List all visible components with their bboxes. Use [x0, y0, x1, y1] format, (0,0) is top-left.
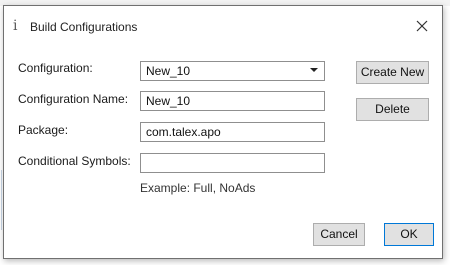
package-input[interactable]: com.talex.apo — [140, 122, 325, 142]
cancel-button[interactable]: Cancel — [313, 223, 365, 246]
close-button[interactable] — [412, 16, 432, 36]
conditional-symbols-input[interactable] — [140, 153, 325, 173]
create-new-button[interactable]: Create New — [356, 61, 429, 84]
conditional-symbols-label: Conditional Symbols: — [18, 154, 131, 168]
chevron-down-icon — [310, 68, 318, 72]
delete-button[interactable]: Delete — [356, 98, 429, 121]
title-bar: i Build Configurations — [4, 6, 442, 46]
configuration-name-label: Configuration Name: — [18, 92, 129, 106]
build-configurations-dialog: i Build Configurations Configuration: Ne… — [3, 5, 443, 259]
package-label: Package: — [18, 123, 69, 137]
background-divider — [1, 170, 2, 230]
conditional-symbols-hint: Example: Full, NoAds — [140, 181, 256, 195]
close-icon — [416, 20, 428, 32]
dialog-title: Build Configurations — [30, 20, 138, 34]
configuration-label: Configuration: — [18, 61, 93, 75]
configuration-name-input[interactable]: New_10 — [140, 91, 325, 111]
ok-button[interactable]: OK — [384, 223, 434, 246]
configuration-select[interactable]: New_10 — [140, 61, 325, 81]
info-icon: i — [13, 18, 18, 34]
configuration-select-value: New_10 — [146, 64, 191, 78]
